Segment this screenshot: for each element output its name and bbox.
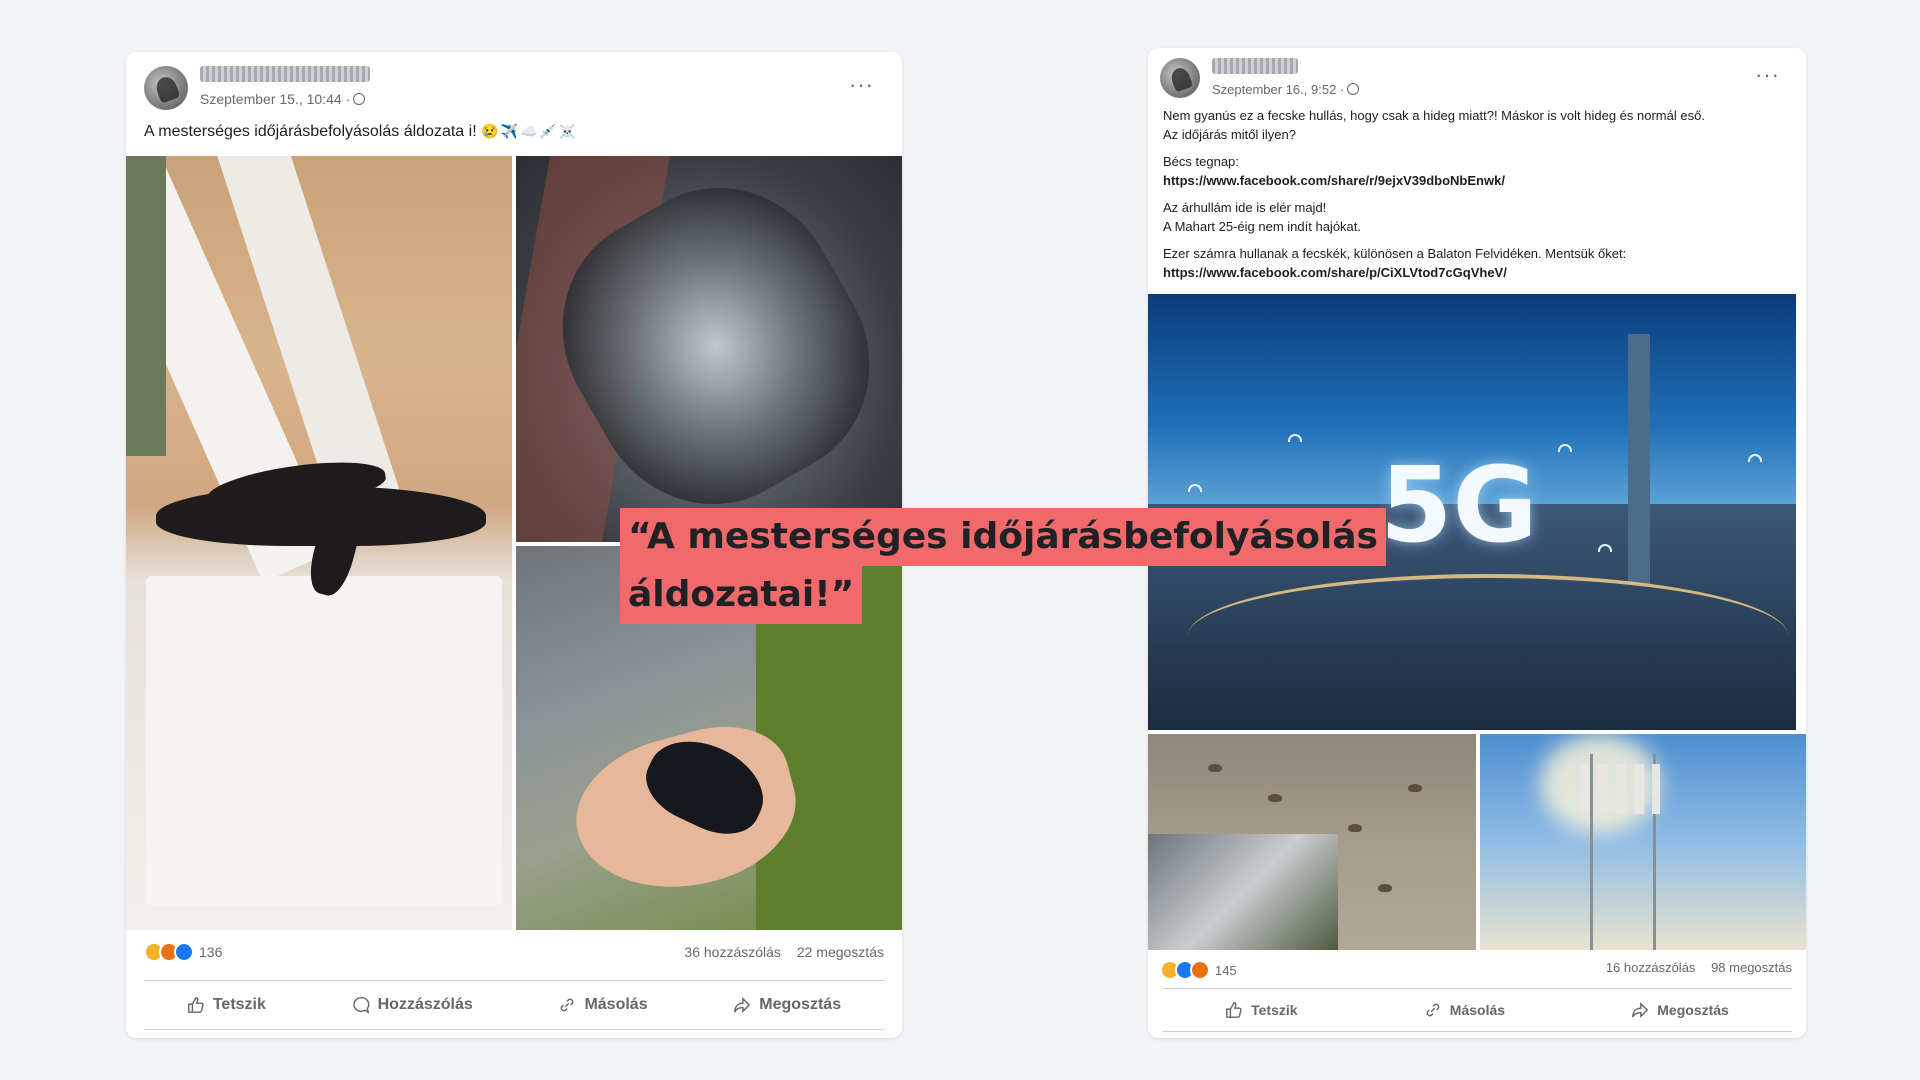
share-button[interactable]: Megosztás bbox=[1631, 1001, 1729, 1019]
quote-line-1: “A mesterséges időjárásbefolyásolás bbox=[620, 508, 1386, 566]
facebook-link[interactable]: https://www.facebook.com/share/r/9ejxV39… bbox=[1163, 173, 1505, 188]
text-line: Az időjárás mitől ilyen? bbox=[1163, 127, 1296, 142]
share-count[interactable]: 22 megosztás bbox=[797, 944, 884, 960]
text-line: Bécs tegnap: bbox=[1163, 154, 1239, 169]
wifi-icon bbox=[1188, 484, 1202, 492]
action-bar: Tetszik Hozzászólás Másolás Megosztás bbox=[144, 980, 884, 1030]
skyscraper bbox=[1628, 334, 1650, 584]
like-label: Tetszik bbox=[1251, 1002, 1298, 1018]
comment-count[interactable]: 36 hozzászólás bbox=[684, 944, 781, 960]
thumbs-up-icon bbox=[1226, 1002, 1242, 1018]
comment-icon bbox=[352, 997, 370, 1014]
antennas bbox=[1580, 764, 1660, 814]
more-options-icon[interactable]: ··· bbox=[849, 74, 874, 96]
facebook-link[interactable]: https://www.facebook.com/share/p/CiXLVto… bbox=[1163, 265, 1507, 280]
share-label: Megosztás bbox=[759, 996, 842, 1013]
avatar[interactable] bbox=[1160, 58, 1200, 98]
photo-cell-tower[interactable] bbox=[1480, 734, 1806, 950]
wifi-icon bbox=[1598, 544, 1612, 552]
share-count[interactable]: 98 megosztás bbox=[1711, 960, 1792, 975]
comment-button[interactable]: Hozzászólás bbox=[352, 996, 473, 1014]
5g-label: 5G bbox=[1380, 444, 1538, 566]
post-timestamp[interactable]: Szeptember 15., 10:44 · bbox=[200, 91, 366, 107]
like-label: Tetszik bbox=[212, 996, 266, 1013]
photo-dead-birds-beach[interactable] bbox=[1148, 734, 1476, 950]
wifi-icon bbox=[1558, 444, 1572, 452]
like-button[interactable]: Tetszik bbox=[1225, 1001, 1298, 1019]
reaction-count: 136 bbox=[199, 944, 223, 960]
post-text: Nem gyanús ez a fecske hullás, hogy csak… bbox=[1163, 106, 1793, 290]
link-icon bbox=[561, 998, 574, 1012]
copy-label: Másolás bbox=[1449, 1002, 1506, 1018]
comment-label: Hozzászólás bbox=[377, 996, 473, 1013]
window bbox=[126, 156, 166, 456]
photo-dead-swallows-pile[interactable] bbox=[516, 156, 902, 542]
timestamp-text: Szeptember 15., 10:44 · bbox=[200, 91, 351, 107]
reactions-summary[interactable]: 145 bbox=[1160, 960, 1237, 980]
caption-text: A mesterséges időjárásbefolyásolás áldoz… bbox=[144, 123, 477, 140]
wifi-icon bbox=[1288, 434, 1302, 442]
post-timestamp[interactable]: Szeptember 16., 9:52 · bbox=[1212, 82, 1360, 97]
quote-line-2: áldozatai!” bbox=[620, 566, 863, 624]
swallow-cluster bbox=[126, 446, 512, 600]
engagement-counts: 16 hozzászólás 98 megosztás bbox=[1606, 960, 1792, 975]
thumbs-up-icon bbox=[187, 997, 204, 1013]
share-label: Megosztás bbox=[1657, 1002, 1729, 1018]
like-button[interactable]: Tetszik bbox=[187, 996, 266, 1014]
text-line: Az árhullám ide is elér majd! bbox=[1163, 200, 1327, 215]
author-name-blurred[interactable] bbox=[1212, 58, 1298, 74]
link-icon bbox=[1426, 1003, 1440, 1017]
copy-button[interactable]: Másolás bbox=[1424, 1001, 1505, 1019]
copy-button[interactable]: Másolás bbox=[558, 996, 648, 1014]
post-header: Szeptember 15., 10:44 · ··· bbox=[126, 52, 902, 128]
comment-count[interactable]: 16 hozzászólás bbox=[1606, 960, 1696, 975]
more-options-icon[interactable]: ··· bbox=[1755, 64, 1780, 86]
globe-icon bbox=[353, 93, 366, 105]
quote-overlay: “A mesterséges időjárásbefolyásolás áldo… bbox=[620, 508, 1386, 624]
globe-icon bbox=[1347, 83, 1360, 95]
caption-emojis: 😢✈️☁️💉☠️ bbox=[481, 123, 579, 139]
copy-label: Másolás bbox=[584, 996, 648, 1013]
text-line: A Mahart 25-éig nem indít hajókat. bbox=[1163, 219, 1362, 234]
share-arrow-icon bbox=[1632, 1001, 1649, 1019]
action-bar: Tetszik Másolás Megosztás bbox=[1162, 988, 1792, 1032]
reaction-count: 145 bbox=[1215, 962, 1237, 978]
engagement-counts: 36 hozzászólás 22 megosztás bbox=[684, 944, 884, 960]
photo-swallows-on-pillar[interactable] bbox=[126, 156, 512, 930]
wifi-icon bbox=[1748, 454, 1762, 462]
text-line: Ezer számra hullanak a fecskék, különöse… bbox=[1163, 246, 1627, 261]
avatar[interactable] bbox=[144, 66, 188, 110]
post-caption: A mesterséges időjárásbefolyásolás áldoz… bbox=[144, 123, 578, 141]
share-button[interactable]: Megosztás bbox=[733, 996, 841, 1014]
text-line: Nem gyanús ez a fecske hullás, hogy csak… bbox=[1163, 108, 1705, 123]
like-reaction-icon bbox=[174, 942, 194, 962]
pillar-top bbox=[146, 576, 502, 906]
share-arrow-icon bbox=[734, 996, 751, 1014]
dead-bird-closeup bbox=[1148, 834, 1338, 950]
angry-reaction-icon bbox=[1190, 960, 1210, 980]
timestamp-text: Szeptember 16., 9:52 · bbox=[1212, 82, 1345, 97]
author-name-blurred[interactable] bbox=[200, 66, 370, 82]
reactions-summary[interactable]: 136 bbox=[144, 942, 222, 962]
